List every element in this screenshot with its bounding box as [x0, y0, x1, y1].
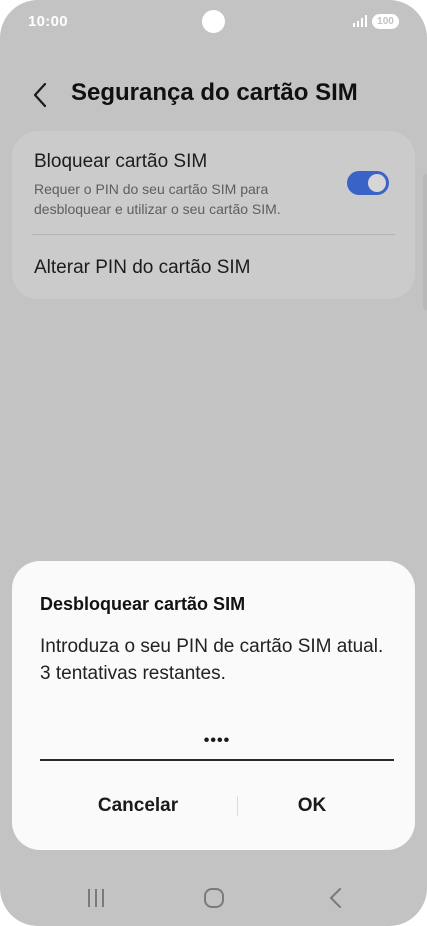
back-icon[interactable] — [315, 884, 355, 912]
edge-panel-handle[interactable] — [423, 174, 427, 310]
pin-input[interactable] — [40, 723, 394, 761]
ok-button[interactable]: OK — [238, 786, 386, 826]
sim-settings-card: Bloquear cartão SIM Requer o PIN do seu … — [12, 131, 415, 299]
front-camera — [202, 10, 225, 33]
lock-sim-toggle[interactable] — [347, 171, 389, 195]
recents-icon[interactable] — [76, 884, 116, 912]
battery-level: 100 — [377, 16, 394, 27]
back-arrow-icon[interactable] — [30, 81, 52, 109]
attempts-remaining: 3 tentativas restantes. — [40, 663, 226, 684]
page-title: Segurança do cartão SIM — [71, 79, 358, 106]
change-pin-title: Alterar PIN do cartão SIM — [34, 257, 251, 278]
signal-icon — [353, 15, 367, 27]
lock-sim-title: Bloquear cartão SIM — [34, 151, 208, 172]
status-bar: 10:00 100 — [0, 0, 427, 44]
page-header: Segurança do cartão SIM — [0, 78, 427, 112]
toggle-knob — [368, 174, 386, 192]
cancel-button[interactable]: Cancelar — [32, 786, 244, 826]
unlock-sim-dialog: Desbloquear cartão SIM Introduza o seu P… — [12, 561, 415, 850]
status-time: 10:00 — [28, 13, 68, 30]
lock-sim-row[interactable]: Bloquear cartão SIM Requer o PIN do seu … — [12, 131, 415, 234]
dialog-message: Introduza o seu PIN de cartão SIM atual.… — [40, 633, 390, 687]
battery-icon: 100 — [372, 14, 399, 29]
home-icon[interactable] — [194, 884, 234, 912]
lock-sim-description: Requer o PIN do seu cartão SIM para desb… — [34, 181, 281, 217]
navigation-bar — [0, 870, 427, 926]
change-pin-row[interactable]: Alterar PIN do cartão SIM — [12, 235, 415, 299]
dialog-title: Desbloquear cartão SIM — [40, 594, 246, 614]
dialog-prompt: Introduza o seu PIN de cartão SIM atual. — [40, 636, 384, 657]
phone-screen: 10:00 100 Segurança do cartão SIM Bloque… — [0, 0, 427, 926]
